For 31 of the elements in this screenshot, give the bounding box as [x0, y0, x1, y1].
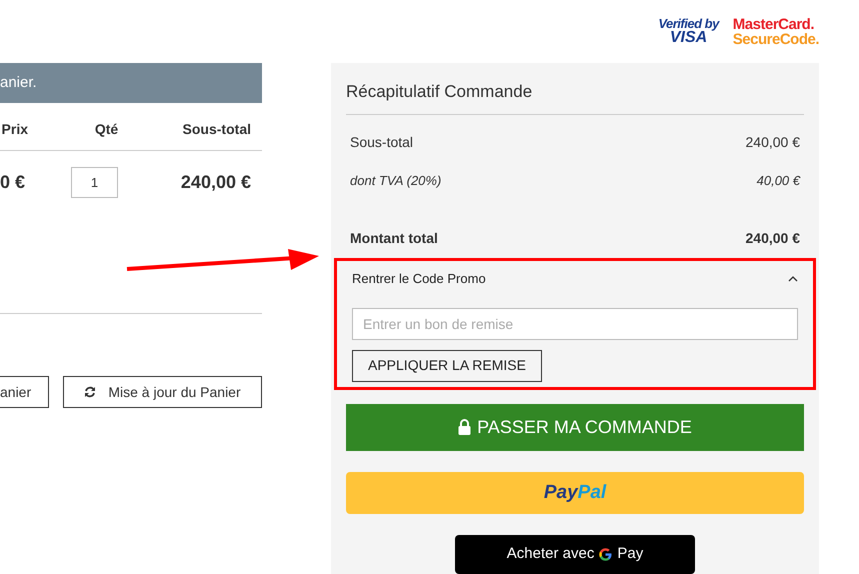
column-header: Prix — [0, 120, 28, 139]
column-header: Qté — [94, 120, 120, 139]
summary-value: 240,00 € — [746, 133, 800, 152]
google-pay-button[interactable]: Acheter avec Pay — [455, 535, 695, 574]
checkout-button[interactable]: PASSER MA COMMANDE — [346, 404, 804, 451]
google-g-icon — [598, 547, 614, 562]
update-cart-button[interactable]: Mise à jour du Panier — [63, 376, 262, 408]
promo-code-field[interactable]: Entrer un bon de remise — [352, 308, 798, 340]
cart-button[interactable]: anier — [0, 376, 49, 408]
refresh-icon — [84, 386, 96, 398]
apply-discount-button[interactable]: APPLIQUER LA REMISE — [352, 350, 542, 382]
logo-text: Verified by — [658, 17, 719, 30]
summary-title: Récapitulatif Commande — [346, 63, 804, 114]
price-cell-text: 0 € — [0, 170, 22, 194]
summary-label: dont TVA (20%) — [350, 172, 442, 190]
summary-value: 40,00 € — [756, 172, 800, 190]
paypal-logo: PayPal — [544, 480, 606, 505]
chevron-up-icon — [788, 276, 798, 282]
lock-icon — [458, 419, 472, 436]
summary-label: Montant total — [350, 229, 438, 248]
summary-label: Sous-total — [350, 133, 414, 152]
notice-text: anier. — [0, 72, 37, 93]
logo-text: SecureCode. — [732, 32, 819, 47]
summary-value: 240,00 € — [746, 229, 800, 248]
logo-text: VISA — [670, 30, 708, 46]
paypal-button[interactable]: PayPal — [346, 472, 804, 514]
column-header: Sous-total — [182, 120, 252, 139]
quantity-field[interactable]: 1 — [71, 166, 118, 198]
promo-toggle[interactable]: Rentrer le Code Promo — [352, 261, 798, 308]
subtotal-cell-text: 240,00 € — [180, 170, 252, 194]
logo-text: MasterCard. — [732, 17, 814, 32]
